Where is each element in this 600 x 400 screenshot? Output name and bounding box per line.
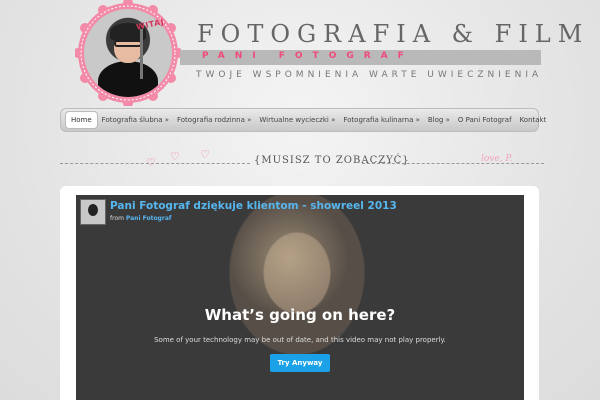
- video-byline: from Pani Fotograf: [110, 215, 171, 222]
- heart-icon: ♡: [170, 150, 180, 163]
- main-nav: Home Fotografia ślubna » Fotografia rodz…: [60, 108, 546, 132]
- signature: love, P.: [481, 154, 513, 164]
- site-tagline: TWOJE WSPOMNIENIA WARTE UWIECZNIENIA: [196, 70, 543, 80]
- author-link[interactable]: Pani Fotograf: [126, 215, 172, 222]
- nav-item-fotografia-kulinarna[interactable]: Fotografia kulinarna »: [339, 116, 424, 124]
- thumbnail-highlight: [224, 203, 354, 313]
- nav-item-fotografia-slubna[interactable]: Fotografia ślubna »: [98, 116, 173, 124]
- heart-icon: ♡: [146, 156, 156, 169]
- subtitle-bar: PANI FOTOGRAF: [180, 50, 541, 65]
- section-heading: {MUSISZ TO ZOBACZYĆ}: [254, 155, 410, 166]
- nav-item-kontakt[interactable]: Kontakt: [516, 116, 551, 124]
- byline-from: from: [110, 215, 124, 222]
- video-title[interactable]: Pani Fotograf dziękuje klientom - showre…: [110, 200, 397, 212]
- nav-item-home[interactable]: Home: [65, 111, 98, 129]
- section-divider: ♡ ♡ ♡ {MUSISZ TO ZOBACZYĆ} love, P.: [60, 148, 544, 172]
- author-avatar[interactable]: [80, 199, 106, 225]
- nav-item-fotografia-rodzinna[interactable]: Fotografia rodzinna »: [173, 116, 255, 124]
- try-anyway-button[interactable]: Try Anyway: [270, 354, 330, 372]
- nav-item-wirtualne-wycieczki[interactable]: Wirtualne wycieczki »: [255, 116, 339, 124]
- nav-item-o-pani-fotograf[interactable]: O Pani Fotograf: [454, 116, 516, 124]
- message-text: Some of your technology may be out of da…: [154, 336, 446, 344]
- message-title: What’s going on here?: [204, 306, 396, 324]
- site-title[interactable]: FOTOGRAFIA & FILM: [197, 20, 589, 48]
- heart-icon: ♡: [200, 148, 210, 161]
- site-subtitle: PANI FOTOGRAF: [202, 51, 414, 61]
- nav-item-blog[interactable]: Blog »: [424, 116, 454, 124]
